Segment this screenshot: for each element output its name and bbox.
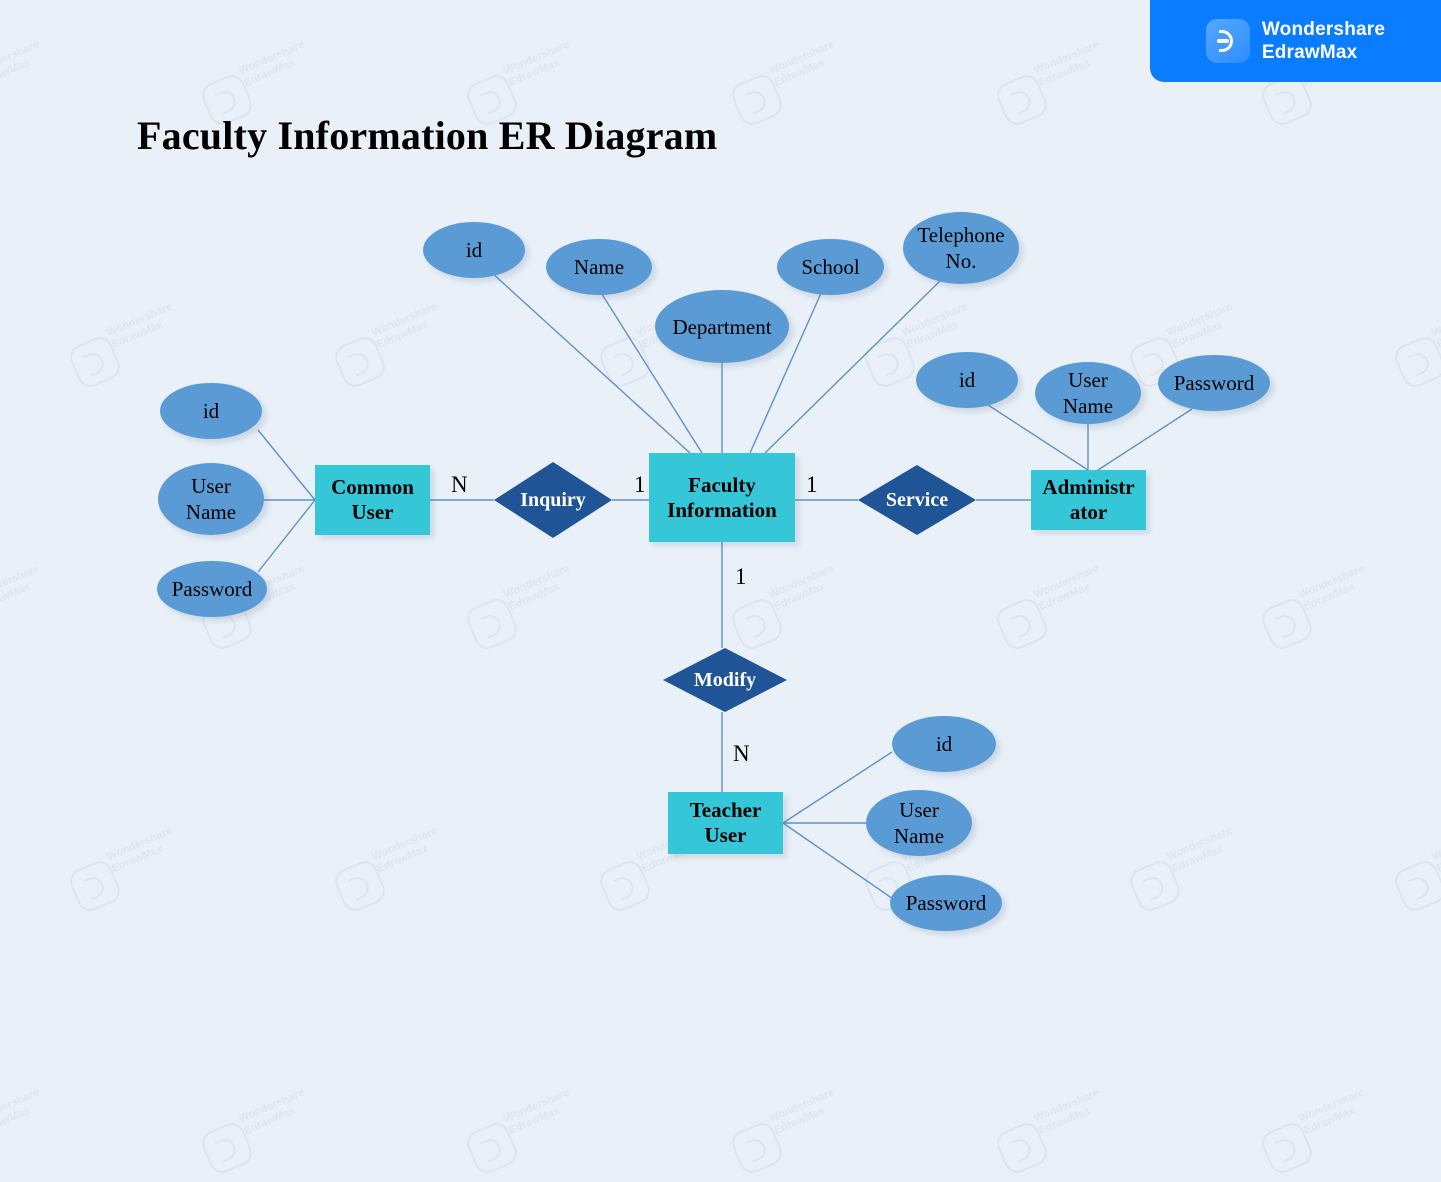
attribute-teacher-password[interactable]: Password xyxy=(890,875,1002,931)
edrawmax-watermark-icon xyxy=(993,1119,1051,1177)
attribute-faculty-id[interactable]: id xyxy=(423,222,525,278)
link-fi-telephone xyxy=(765,280,941,453)
attribute-faculty-department[interactable]: Department xyxy=(655,290,789,363)
attribute-teacher-username[interactable]: User Name xyxy=(866,790,972,856)
er-diagram-canvas: Wondershare EdrawMaxWondershare EdrawMax… xyxy=(0,0,1441,1116)
attribute-common-user-username[interactable]: User Name xyxy=(158,463,264,535)
watermark-tile: Wondershare EdrawMax xyxy=(0,1108,60,1182)
attribute-administrator-password[interactable]: Password xyxy=(1158,355,1270,411)
wondershare-edrawmax-banner: Wondershare EdrawMax xyxy=(1150,0,1441,82)
cardinality-modify-teacher: N xyxy=(733,742,750,765)
entity-faculty-information[interactable]: Faculty Information xyxy=(649,453,795,542)
cardinality-inquiry-faculty: 1 xyxy=(634,473,646,496)
brand-name: Wondershare EdrawMax xyxy=(1262,18,1385,64)
edrawmax-watermark-icon xyxy=(198,1119,256,1177)
entity-teacher-user[interactable]: Teacher User xyxy=(668,792,783,854)
edrawmax-watermark-icon xyxy=(463,1119,521,1177)
cardinality-faculty-service: 1 xyxy=(806,473,818,496)
link-cu-id xyxy=(258,430,315,500)
connector-layer xyxy=(0,0,1441,1116)
attribute-teacher-id[interactable]: id xyxy=(892,716,996,772)
attribute-administrator-id[interactable]: id xyxy=(916,352,1018,408)
attribute-faculty-school[interactable]: School xyxy=(777,239,884,295)
attribute-administrator-username[interactable]: User Name xyxy=(1035,362,1141,424)
edrawmax-logo-icon xyxy=(1206,19,1250,63)
cardinality-common-user-inquiry: N xyxy=(451,473,468,496)
watermark-tile: Wondershare EdrawMax xyxy=(735,1108,855,1182)
attribute-common-user-id[interactable]: id xyxy=(160,383,262,439)
attribute-faculty-telephone-no[interactable]: Telephone No. xyxy=(903,212,1019,284)
entity-common-user[interactable]: Common User xyxy=(315,465,430,535)
link-cu-password xyxy=(258,500,315,572)
edrawmax-watermark-icon xyxy=(728,1119,786,1177)
watermark-tile: Wondershare EdrawMax xyxy=(470,1108,590,1182)
cardinality-faculty-modify: 1 xyxy=(735,565,747,588)
attribute-faculty-name[interactable]: Name xyxy=(546,239,652,295)
edrawmax-watermark-icon xyxy=(1258,1119,1316,1177)
entity-administrator[interactable]: Administr ator xyxy=(1031,470,1146,530)
attribute-common-user-password[interactable]: Password xyxy=(157,561,267,617)
watermark-tile: Wondershare EdrawMax xyxy=(1000,1108,1120,1182)
page-title: Faculty Information ER Diagram xyxy=(137,112,717,159)
watermark-tile: Wondershare EdrawMax xyxy=(1265,1108,1385,1182)
watermark-tile: Wondershare EdrawMax xyxy=(205,1108,325,1182)
link-fi-id xyxy=(492,273,690,453)
